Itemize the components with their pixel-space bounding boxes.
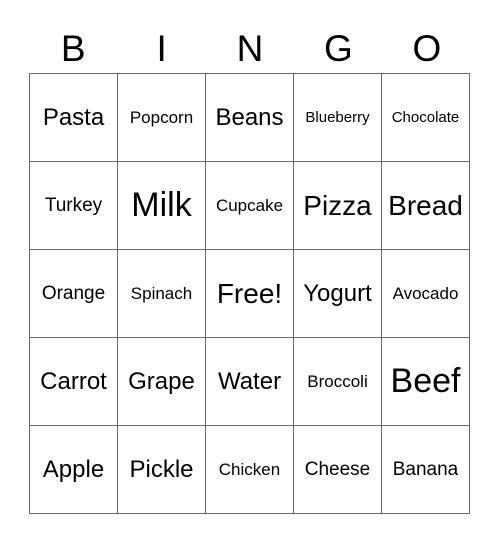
bingo-cell[interactable]: Broccoli bbox=[294, 338, 382, 426]
bingo-cell[interactable]: Yogurt bbox=[294, 250, 382, 338]
bingo-cell[interactable]: Turkey bbox=[30, 162, 118, 250]
bingo-cell[interactable]: Orange bbox=[30, 250, 118, 338]
free-space-cell[interactable]: Free! bbox=[206, 250, 294, 338]
bingo-cell[interactable]: Blueberry bbox=[294, 74, 382, 162]
bingo-cell[interactable]: Carrot bbox=[30, 338, 118, 426]
bingo-cell[interactable]: Spinach bbox=[118, 250, 206, 338]
bingo-header: B I N G O bbox=[29, 26, 471, 72]
bingo-cell[interactable]: Beef bbox=[382, 338, 470, 426]
bingo-cell[interactable]: Popcorn bbox=[118, 74, 206, 162]
bingo-cell[interactable]: Apple bbox=[30, 426, 118, 514]
bingo-cell[interactable]: Bread bbox=[382, 162, 470, 250]
header-letter-n: N bbox=[236, 28, 264, 69]
bingo-cell[interactable]: Pizza bbox=[294, 162, 382, 250]
bingo-cell[interactable]: Grape bbox=[118, 338, 206, 426]
bingo-grid: Pasta Popcorn Beans Blueberry Chocolate … bbox=[29, 73, 470, 514]
bingo-cell[interactable]: Chicken bbox=[206, 426, 294, 514]
bingo-cell[interactable]: Pickle bbox=[118, 426, 206, 514]
header-letter-i: I bbox=[156, 28, 167, 69]
bingo-cell[interactable]: Pasta bbox=[30, 74, 118, 162]
bingo-cell[interactable]: Milk bbox=[118, 162, 206, 250]
header-letter-b: B bbox=[60, 28, 86, 69]
bingo-cell[interactable]: Beans bbox=[206, 74, 294, 162]
bingo-cell[interactable]: Banana bbox=[382, 426, 470, 514]
header-letter-o: O bbox=[412, 28, 442, 69]
bingo-cell[interactable]: Cupcake bbox=[206, 162, 294, 250]
bingo-cell[interactable]: Avocado bbox=[382, 250, 470, 338]
bingo-cell[interactable]: Chocolate bbox=[382, 74, 470, 162]
bingo-cell[interactable]: Cheese bbox=[294, 426, 382, 514]
header-letter-g: G bbox=[324, 28, 353, 69]
bingo-cell[interactable]: Water bbox=[206, 338, 294, 426]
